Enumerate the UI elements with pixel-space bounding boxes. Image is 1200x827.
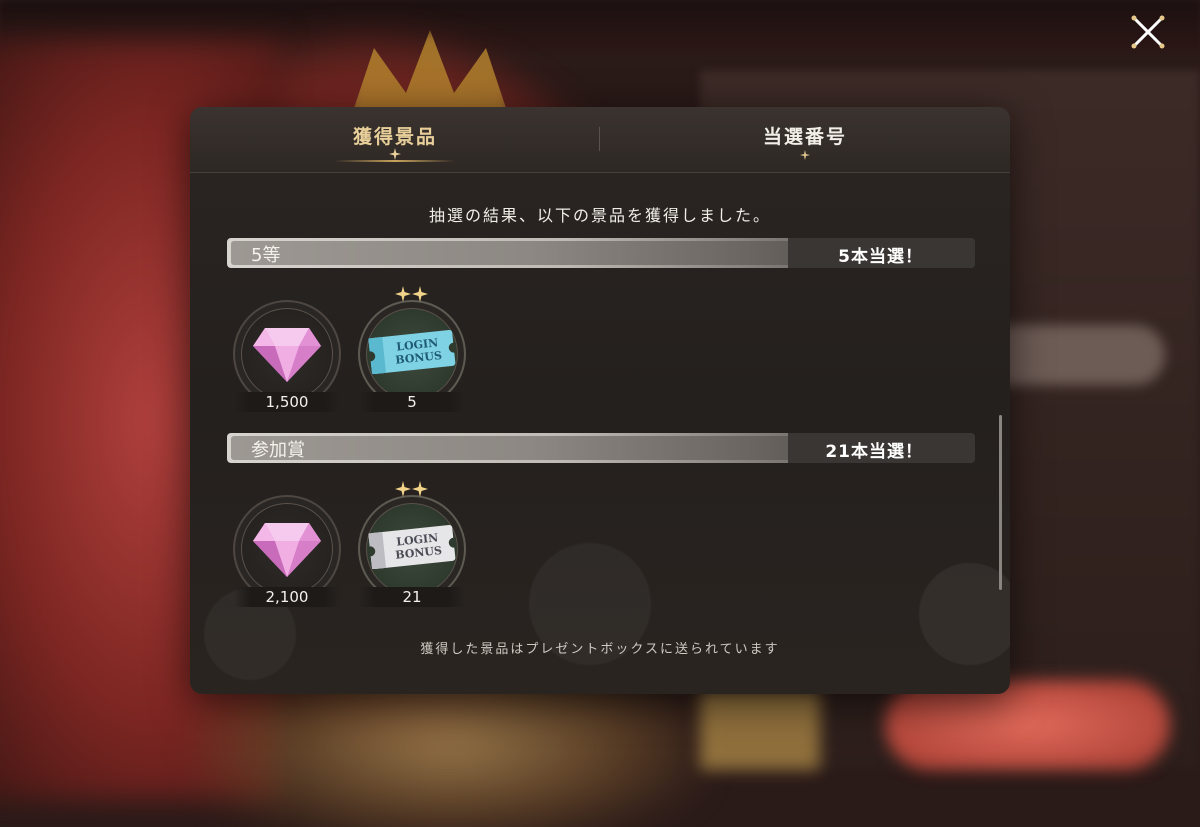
tier-name: 参加賞 [251, 440, 305, 461]
close-button[interactable] [1126, 10, 1170, 54]
tab-prizes[interactable]: 獲得景品 [190, 107, 600, 172]
tab-active-underline [335, 160, 455, 162]
tab-winning-numbers-label: 当選番号 [762, 126, 847, 148]
lottery-result-modal: 獲得景品 当選番号 抽選の結果、以下の景品を獲得しました。 5等 5本当選！ 1… [190, 107, 1010, 694]
login-bonus-ticket-silver-icon: LOGIN BONUS [368, 525, 456, 569]
tab-bar: 獲得景品 当選番号 [190, 107, 1010, 173]
prize-item-gem[interactable]: 1,500 [233, 300, 341, 420]
tier-header-5th: 5等 5本当選！ [227, 238, 975, 268]
prize-item-gem[interactable]: 2,100 [233, 495, 341, 615]
prize-quantity: 21 [402, 588, 422, 606]
tier-win-count: 5本当選！ [838, 247, 923, 267]
prize-quantity: 1,500 [265, 393, 309, 411]
login-bonus-ticket-blue-icon: LOGIN BONUS [368, 330, 456, 374]
sparkle-icon [389, 148, 401, 160]
tab-winning-numbers[interactable]: 当選番号 [600, 107, 1010, 172]
gem-icon [253, 328, 321, 382]
tier-win-count: 21本当選！ [825, 442, 923, 462]
gem-icon [253, 523, 321, 577]
close-icon [1131, 15, 1165, 49]
tab-prizes-label: 獲得景品 [352, 126, 437, 148]
footer-note: 獲得した景品はプレゼントボックスに送られています [420, 642, 780, 657]
tier-name: 5等 [251, 245, 281, 266]
tier-header-participation: 参加賞 21本当選！ [227, 433, 975, 463]
result-intro-text: 抽選の結果、以下の景品を獲得しました。 [428, 206, 771, 225]
sparkle-icon [800, 150, 810, 160]
prize-quantity: 5 [407, 393, 417, 411]
prize-item-login-bonus-ticket[interactable]: LOGIN BONUS 5 [358, 286, 466, 420]
prize-quantity: 2,100 [265, 588, 309, 606]
prize-item-login-bonus-ticket[interactable]: LOGIN BONUS 21 [358, 481, 466, 615]
scrollbar[interactable] [999, 415, 1002, 590]
